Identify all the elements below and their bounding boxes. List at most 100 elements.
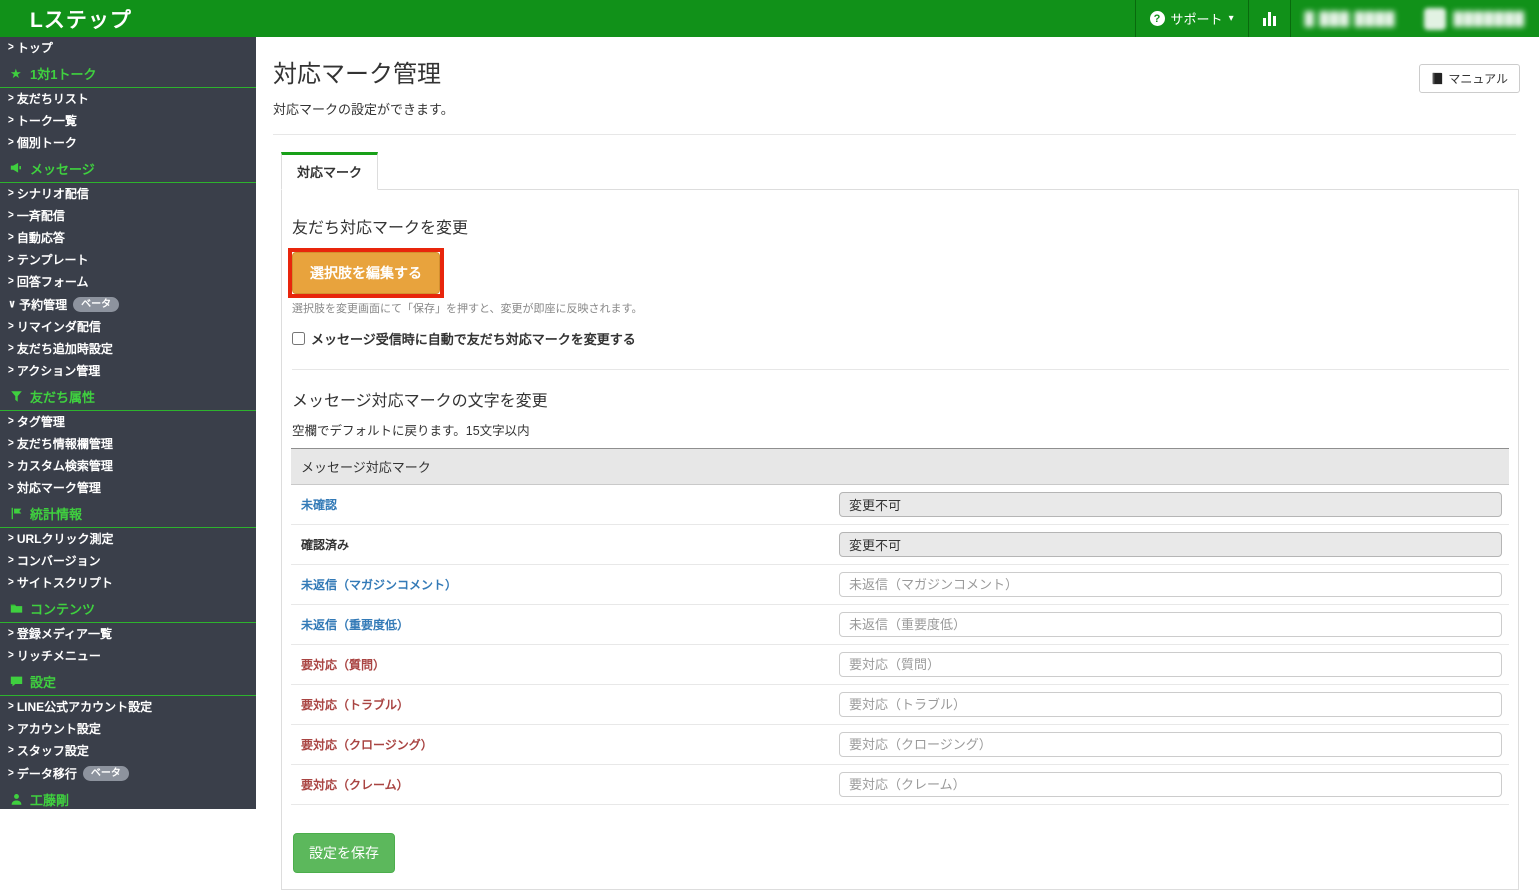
chevron-right-icon: > bbox=[8, 649, 14, 662]
mark-text-input bbox=[839, 532, 1502, 557]
auto-change-checkbox-row: メッセージ受信時に自動で友だち対応マークを変更する bbox=[292, 329, 1509, 348]
table-row: 未返信（マガジンコメント） bbox=[291, 565, 1509, 605]
sidebar-item-タグ管理[interactable]: > タグ管理 bbox=[0, 411, 256, 433]
sidebar-item-label: カスタム検索管理 bbox=[16, 459, 113, 473]
sidebar-item-URLクリック測定[interactable]: > URLクリック測定 bbox=[0, 528, 256, 550]
sidebar-item-label: 予約管理 bbox=[19, 297, 68, 312]
sidebar-item-個別トーク[interactable]: > 個別トーク bbox=[0, 132, 256, 154]
sidebar-section-コンテンツ[interactable]: コンテンツ bbox=[0, 594, 256, 623]
sidebar-item-トーク一覧[interactable]: > トーク一覧 bbox=[0, 110, 256, 132]
section-divider bbox=[292, 369, 1509, 370]
sidebar-section-友だち属性[interactable]: 友だち属性 bbox=[0, 382, 256, 411]
manual-button[interactable]: マニュアル bbox=[1419, 64, 1520, 93]
chevron-right-icon: > bbox=[8, 41, 14, 54]
sidebar-section-label: コンテンツ bbox=[30, 602, 96, 617]
sidebar-section-統計情報[interactable]: 統計情報 bbox=[0, 499, 256, 528]
save-settings-button[interactable]: 設定を保存 bbox=[293, 833, 395, 873]
sidebar-item-label: 一斉配信 bbox=[16, 209, 65, 223]
edit-choices-button[interactable]: 選択肢を編集する bbox=[292, 252, 440, 294]
sidebar-item-友だち情報欄管理[interactable]: > 友だち情報欄管理 bbox=[0, 433, 256, 455]
sidebar-item-自動応答[interactable]: > 自動応答 bbox=[0, 227, 256, 249]
sidebar-item-リマインダ配信[interactable]: > リマインダ配信 bbox=[0, 316, 256, 338]
sidebar-item-label: サイトスクリプト bbox=[16, 576, 113, 590]
tab-taiou-mark[interactable]: 対応マーク bbox=[281, 152, 379, 190]
caret-down-icon: ▾ bbox=[1228, 13, 1234, 24]
chevron-right-icon: > bbox=[8, 209, 14, 222]
mark-text-input[interactable] bbox=[839, 612, 1502, 637]
sidebar-item-アクション管理[interactable]: > アクション管理 bbox=[0, 360, 256, 382]
chevron-right-icon: > bbox=[8, 554, 14, 567]
table-row: 未確認 bbox=[291, 485, 1509, 525]
sidebar-item-label: アクション管理 bbox=[16, 364, 101, 378]
mark-input-wrap bbox=[839, 532, 1502, 557]
stats-button[interactable] bbox=[1249, 0, 1290, 37]
chevron-right-icon: > bbox=[8, 532, 14, 545]
sidebar-item-label: スタッフ設定 bbox=[16, 744, 89, 758]
funnel-icon bbox=[10, 390, 23, 403]
sidebar-item-label: 友だち情報欄管理 bbox=[16, 437, 113, 451]
mark-text-input[interactable] bbox=[839, 652, 1502, 677]
table-row: 要対応（質問） bbox=[291, 645, 1509, 685]
sidebar-item-登録メディア一覧[interactable]: > 登録メディア一覧 bbox=[0, 623, 256, 645]
sidebar-item-友だち追加時設定[interactable]: > 友だち追加時設定 bbox=[0, 338, 256, 360]
sidebar-item-データ移行[interactable]: > データ移行 ベータ bbox=[0, 762, 256, 785]
star-icon: ★ bbox=[10, 66, 22, 81]
sidebar-section-1対1トーク[interactable]: ★ 1対1トーク bbox=[0, 59, 256, 88]
sidebar-item-テンプレート[interactable]: > テンプレート bbox=[0, 249, 256, 271]
sidebar-item-LINE公式アカウント設定[interactable]: > LINE公式アカウント設定 bbox=[0, 696, 256, 718]
sidebar-item-label: 友だちリスト bbox=[16, 92, 89, 106]
sidebar-item-一斉配信[interactable]: > 一斉配信 bbox=[0, 205, 256, 227]
chevron-right-icon: > bbox=[8, 744, 14, 757]
bar-chart-icon bbox=[1262, 11, 1276, 26]
sidebar-section-label: 設定 bbox=[30, 675, 57, 690]
chevron-right-icon: > bbox=[8, 253, 14, 266]
sidebar-item-カスタム検索管理[interactable]: > カスタム検索管理 bbox=[0, 455, 256, 477]
support-label: サポート bbox=[1170, 12, 1223, 27]
auto-change-checkbox[interactable] bbox=[292, 332, 305, 345]
user-menu[interactable]: ███████ bbox=[1454, 0, 1539, 37]
sidebar-section-label: 統計情報 bbox=[30, 507, 83, 522]
mark-text-input[interactable] bbox=[839, 692, 1502, 717]
sidebar-item-対応マーク管理[interactable]: > 対応マーク管理 bbox=[0, 477, 256, 499]
mark-text-input[interactable] bbox=[839, 572, 1502, 597]
mark-input-wrap bbox=[839, 572, 1502, 597]
sidebar-item-回答フォーム[interactable]: > 回答フォーム bbox=[0, 271, 256, 293]
sidebar-item-スタッフ設定[interactable]: > スタッフ設定 bbox=[0, 740, 256, 762]
beta-badge: ベータ bbox=[73, 297, 120, 312]
sidebar-item-リッチメニュー[interactable]: > リッチメニュー bbox=[0, 645, 256, 667]
chevron-right-icon: > bbox=[8, 342, 14, 355]
sidebar-item-友だちリスト[interactable]: > 友だちリスト bbox=[0, 88, 256, 110]
chat-icon bbox=[10, 675, 23, 688]
user-name-redacted: ███████ bbox=[1453, 11, 1525, 26]
mark-text-input[interactable] bbox=[839, 772, 1502, 797]
mark-text-input[interactable] bbox=[839, 732, 1502, 757]
chevron-right-icon: > bbox=[8, 700, 14, 713]
main-content: 対応マーク管理 対応マークの設定ができます。 マニュアル 対応マーク 友だち対応… bbox=[256, 37, 1539, 890]
chevron-right-icon: > bbox=[8, 437, 14, 450]
chevron-right-icon: > bbox=[8, 766, 14, 780]
sidebar-item-トップ[interactable]: > トップ bbox=[0, 37, 256, 59]
chevron-right-icon: > bbox=[8, 187, 14, 200]
mark-label: 要対応（クロージング） bbox=[301, 738, 433, 752]
sidebar-item-シナリオ配信[interactable]: > シナリオ配信 bbox=[0, 183, 256, 205]
sidebar-section-メッセージ[interactable]: メッセージ bbox=[0, 154, 256, 183]
sidebar-item-コンバージョン[interactable]: > コンバージョン bbox=[0, 550, 256, 572]
edit-note: 選択肢を変更画面にて「保存」を押すと、変更が即座に反映されます。 bbox=[292, 303, 643, 315]
sidebar-item-サイトスクリプト[interactable]: > サイトスクリプト bbox=[0, 572, 256, 594]
chevron-right-icon: > bbox=[8, 481, 14, 494]
chevron-right-icon: > bbox=[8, 275, 14, 288]
page-subtitle: 対応マークの設定ができます。 bbox=[273, 102, 454, 117]
support-menu[interactable]: ? サポート ▾ bbox=[1136, 0, 1248, 37]
sidebar-item-アカウント設定[interactable]: > アカウント設定 bbox=[0, 718, 256, 740]
avatar[interactable] bbox=[1423, 7, 1446, 30]
account-menu[interactable]: █ ███ ████ bbox=[1291, 0, 1410, 37]
app-logo[interactable]: Lステップ bbox=[0, 4, 132, 34]
sidebar-item-予約管理[interactable]: ∨ 予約管理 ベータ bbox=[0, 293, 256, 316]
sidebar-section-設定[interactable]: 設定 bbox=[0, 667, 256, 696]
sidebar-section-工藤剛[interactable]: 工藤剛 bbox=[0, 785, 256, 809]
sidebar-section-label: 1対1トーク bbox=[30, 67, 97, 82]
mark-input-wrap bbox=[839, 772, 1502, 797]
sidebar-item-label: リッチメニュー bbox=[16, 649, 101, 663]
table-row: 要対応（クロージング） bbox=[291, 725, 1509, 765]
sidebar-section-label: 友だち属性 bbox=[30, 390, 96, 405]
